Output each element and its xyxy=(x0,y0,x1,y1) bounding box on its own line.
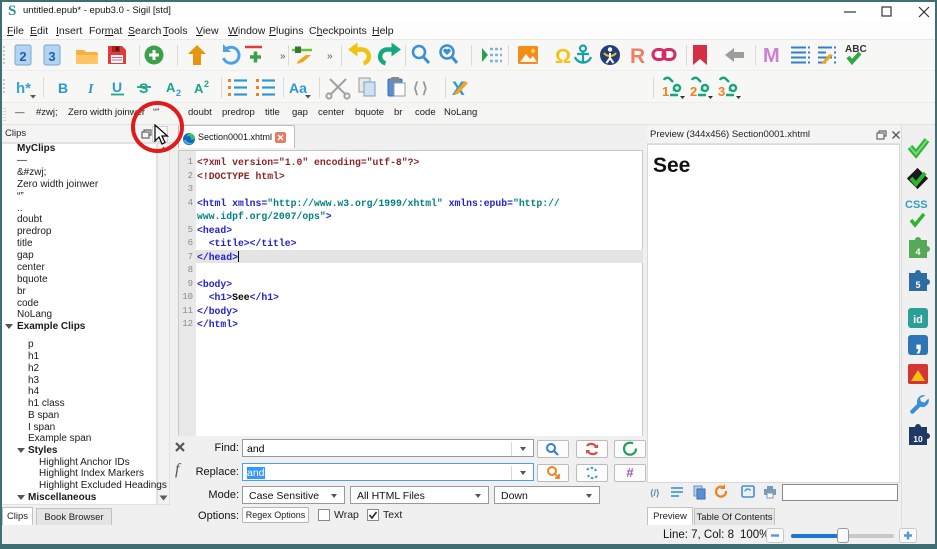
svg-text:1: 1 xyxy=(662,84,669,99)
svg-text:4: 4 xyxy=(915,247,920,257)
svg-text:ABC: ABC xyxy=(845,44,867,55)
svg-text:10: 10 xyxy=(913,434,923,444)
svg-text:Ω: Ω xyxy=(555,46,571,68)
svg-text:2: 2 xyxy=(690,84,697,99)
svg-text:,: , xyxy=(914,323,922,356)
svg-text:»: » xyxy=(327,51,333,62)
svg-text:I: I xyxy=(87,82,94,97)
svg-text:h*: h* xyxy=(16,80,31,97)
svg-text:3: 3 xyxy=(718,84,725,99)
svg-text:CSS: CSS xyxy=(905,199,928,211)
svg-text:5: 5 xyxy=(915,280,920,290)
svg-text:⟨⟩: ⟨⟩ xyxy=(413,80,431,97)
svg-text:B: B xyxy=(58,80,68,96)
svg-text:Aa: Aa xyxy=(289,80,307,96)
svg-text:3: 3 xyxy=(48,49,55,64)
svg-text:»: » xyxy=(280,51,286,62)
svg-text:R: R xyxy=(630,45,645,68)
svg-text:2: 2 xyxy=(19,49,26,64)
svg-text:2: 2 xyxy=(204,79,209,89)
svg-text:M: M xyxy=(763,45,780,67)
svg-text:⟨/⟩: ⟨/⟩ xyxy=(650,488,660,498)
